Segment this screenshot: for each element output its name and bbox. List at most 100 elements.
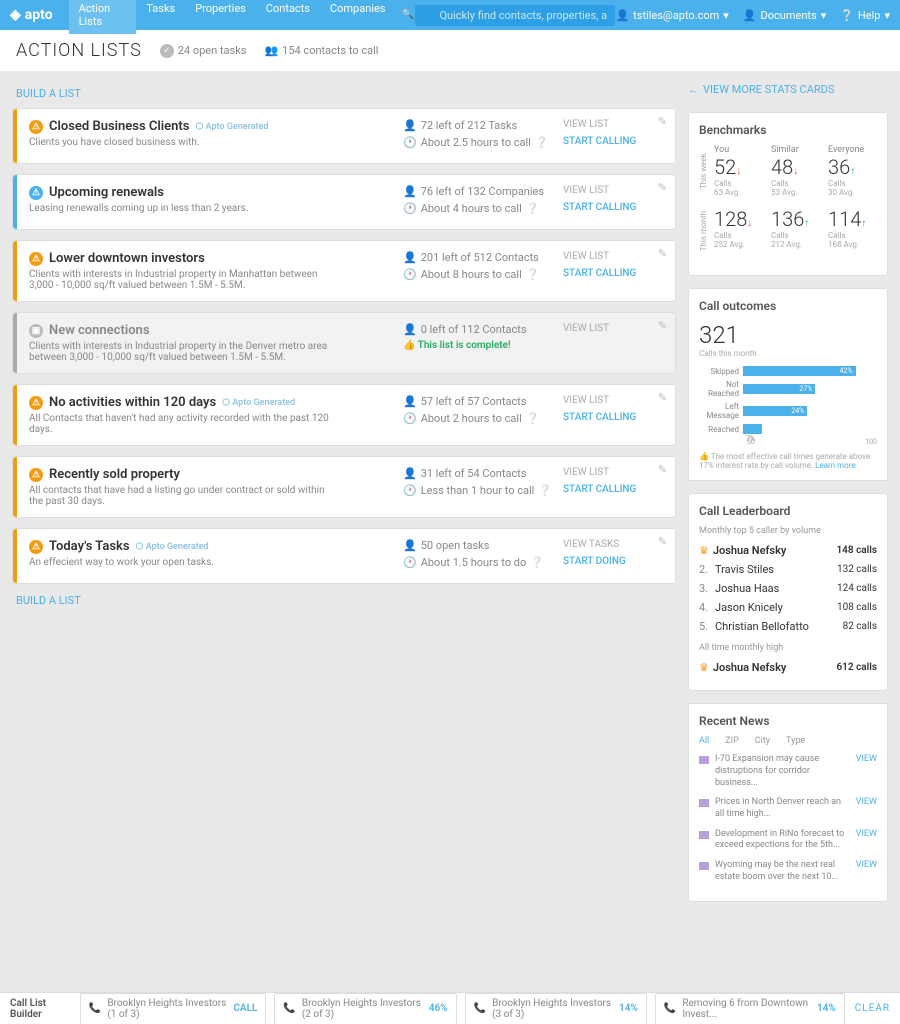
start-calling-link[interactable]: START DOING: [563, 556, 663, 567]
footer-clear[interactable]: CLEAR: [855, 1003, 890, 1014]
benchmark-col: 136↑ Calls 212 Avg.: [771, 207, 820, 255]
edit-icon[interactable]: ✎: [658, 181, 667, 194]
leader-row: 4. Jason Knicely 108 calls: [699, 601, 877, 614]
user-menu[interactable]: 👤 tstiles@apto.com ▾: [615, 9, 728, 22]
bar-fill: 24%: [743, 406, 807, 416]
nav-properties[interactable]: Properties: [185, 0, 256, 34]
news-view-link[interactable]: VIEW: [856, 754, 877, 764]
edit-icon[interactable]: ✎: [658, 247, 667, 260]
search-input[interactable]: [415, 5, 615, 26]
build-list-link-bottom[interactable]: BUILD A LIST: [16, 594, 676, 607]
outcomes-sub: Calls this month: [699, 349, 877, 358]
list-desc: Clients with interests in Industrial pro…: [29, 269, 329, 291]
footer-tab-action[interactable]: 14%: [817, 1003, 836, 1014]
leaderboard-panel: Call Leaderboard Monthly top 5 caller by…: [688, 493, 888, 691]
news-item: I-70 Expansion may cause distruptions fo…: [699, 754, 877, 789]
bench-value: 136↑: [771, 207, 820, 231]
build-list-link-top[interactable]: BUILD A LIST: [16, 87, 676, 100]
trend-icon: ↓: [736, 166, 741, 177]
bar-fill: 27%: [743, 384, 815, 394]
alltime-label: All time monthly high: [699, 643, 877, 653]
footer-tab-action[interactable]: CALL: [233, 1003, 257, 1014]
help-menu[interactable]: ❔ Help ▾: [840, 9, 890, 22]
news-tab-type[interactable]: Type: [786, 736, 805, 746]
list-title: ⚠ Recently sold property: [29, 467, 403, 482]
trend-icon: ↑: [804, 218, 809, 229]
view-more-stats[interactable]: ← VIEW MORE STATS CARDS: [688, 83, 888, 96]
nav-companies[interactable]: Companies: [320, 0, 396, 34]
learn-more-link[interactable]: Learn more: [815, 461, 855, 470]
list-stats: 👤 76 left of 132 Companies 🕐 About 4 hou…: [403, 185, 563, 219]
bench-avg: 30 Avg.: [828, 188, 877, 197]
list-stats: 👤 31 left of 54 Contacts 🕐 Less than 1 h…: [403, 467, 563, 507]
view-list-link[interactable]: VIEW LIST: [563, 185, 663, 196]
news-view-link[interactable]: VIEW: [856, 860, 877, 870]
alltime-leader: ♛ Joshua Nefsky 612 calls: [699, 661, 877, 674]
clock-icon: 🕐: [403, 412, 417, 425]
news-icon: [699, 799, 709, 807]
news-tabs: All ZIP City Type: [699, 736, 877, 746]
bench-sub: Calls: [828, 179, 877, 188]
benchmarks-title: Benchmarks: [699, 123, 877, 137]
start-calling-link[interactable]: START CALLING: [563, 484, 663, 495]
sidebar: ← VIEW MORE STATS CARDS Benchmarks This …: [688, 83, 888, 902]
leader-row: 2. Travis Stiles 132 calls: [699, 563, 877, 576]
view-list-link[interactable]: VIEW LIST: [563, 467, 663, 478]
footer-tab[interactable]: 📞 Brooklyn Heights Investors (3 of 3) 14…: [465, 993, 647, 1024]
nav-tasks[interactable]: Tasks: [136, 0, 185, 34]
start-calling-link[interactable]: START CALLING: [563, 136, 663, 147]
news-view-link[interactable]: VIEW: [856, 829, 877, 839]
bar-label: Reached: [699, 425, 743, 434]
view-list-link[interactable]: VIEW LIST: [563, 395, 663, 406]
footer-tab-action[interactable]: 46%: [429, 1003, 448, 1014]
footer-tab-label: Brooklyn Heights Investors (3 of 3): [492, 998, 613, 1020]
list-desc: Clients with interests in Industrial pro…: [29, 341, 329, 363]
leader-calls: 82 calls: [843, 621, 877, 632]
documents-menu[interactable]: 👤 Documents ▾: [743, 9, 826, 22]
view-list-link[interactable]: VIEW LIST: [563, 251, 663, 262]
footer-tab[interactable]: 📞 Removing 6 from Downtown Invest... 14%: [655, 993, 845, 1024]
edit-icon[interactable]: ✎: [658, 463, 667, 476]
news-tab-all[interactable]: All: [699, 736, 709, 746]
news-view-link[interactable]: VIEW: [856, 797, 877, 807]
news-tab-city[interactable]: City: [755, 736, 770, 746]
view-list-link[interactable]: VIEW LIST: [563, 119, 663, 130]
start-calling-link[interactable]: START CALLING: [563, 412, 663, 423]
edit-icon[interactable]: ✎: [658, 535, 667, 548]
view-list-link[interactable]: VIEW LIST: [563, 323, 663, 334]
bar-label: Not Reached: [699, 380, 743, 398]
start-calling-link[interactable]: START CALLING: [563, 202, 663, 213]
edit-icon[interactable]: ✎: [658, 115, 667, 128]
leader-calls: 124 calls: [837, 583, 877, 594]
list-stats: 👤 0 left of 112 Contacts 👍 This list is …: [403, 323, 563, 363]
edit-icon[interactable]: ✎: [658, 391, 667, 404]
news-icon: [699, 831, 709, 839]
leader-row: 3. Joshua Haas 124 calls: [699, 582, 877, 595]
footer-tab[interactable]: 📞 Brooklyn Heights Investors (1 of 3) CA…: [80, 993, 267, 1024]
news-tab-zip[interactable]: ZIP: [725, 736, 739, 746]
start-calling-link[interactable]: START CALLING: [563, 268, 663, 279]
news-item: Wyoming may be the next real estate boom…: [699, 860, 877, 883]
info-icon: ❔: [538, 484, 552, 497]
user-icon: 👤: [403, 119, 417, 132]
news-text: Development in RiNo forecast to exceed e…: [715, 829, 850, 852]
nav-action-lists[interactable]: Action Lists: [69, 0, 137, 34]
news-icon: [699, 756, 709, 764]
view-list-link[interactable]: VIEW TASKS: [563, 539, 663, 550]
footer-tab[interactable]: 📞 Brooklyn Heights Investors (2 of 3) 46…: [274, 993, 456, 1024]
list-card: ⚠ Lower downtown investors Clients with …: [12, 240, 676, 302]
info-icon: ❔: [526, 268, 540, 281]
edit-icon[interactable]: ✎: [658, 319, 667, 332]
trend-icon: ↑: [861, 218, 866, 229]
list-icon: ⚠: [29, 120, 43, 134]
info-icon: ❔: [526, 412, 540, 425]
bench-sub: Calls: [771, 179, 820, 188]
nav-contacts[interactable]: Contacts: [256, 0, 320, 34]
list-title: ▣ New connections: [29, 323, 403, 338]
user-icon: 👤: [403, 539, 417, 552]
list-title: ⚠ Today's Tasks ⬡ Apto Generated: [29, 539, 403, 554]
list-stats: 👤 201 left of 512 Contacts 🕐 About 8 hou…: [403, 251, 563, 291]
footer-tab-action[interactable]: 14%: [619, 1003, 638, 1014]
news-panel: Recent News All ZIP City Type I-70 Expan…: [688, 703, 888, 902]
list-card: ⚠ Closed Business Clients ⬡ Apto Generat…: [12, 108, 676, 164]
